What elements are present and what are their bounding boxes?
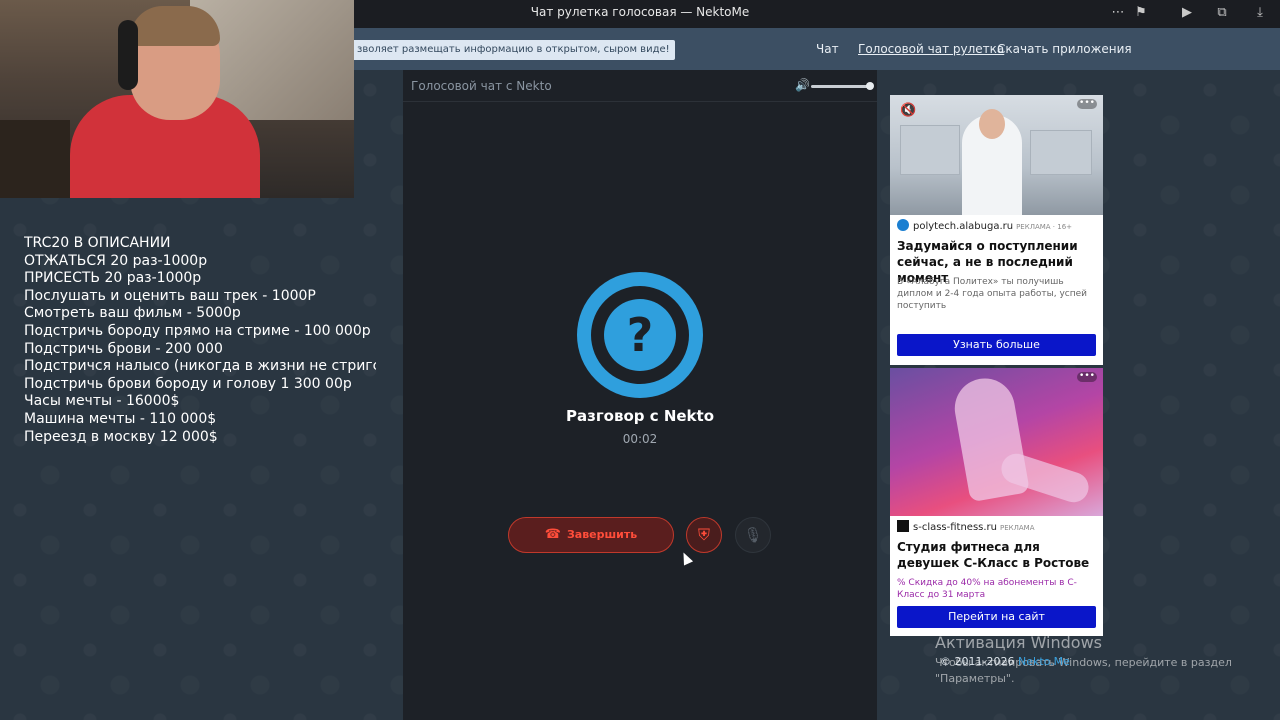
s-class-logo-icon xyxy=(897,520,909,532)
overlay-line: Часы мечты - 16000$ xyxy=(24,393,180,410)
mute-icon[interactable]: 🔇 xyxy=(900,103,916,118)
overlay-line: ПРИСЕСТЬ 20 раз-1000р xyxy=(24,270,202,287)
microphone-icon: 🎙 xyxy=(743,526,763,544)
microphone-button[interactable]: 🎙 xyxy=(735,517,771,553)
overlay-line: Подстричь брови бороду и голову 1 300 00… xyxy=(24,375,352,392)
webcam-feed xyxy=(0,0,354,198)
nav-download-apps[interactable]: Скачать приложения xyxy=(997,42,1132,56)
overlay-line: Переезд в москву 12 000$ xyxy=(24,428,218,445)
overlay-line: Подстричь бороду прямо на стриме - 100 0… xyxy=(24,322,371,339)
shield-icon: ⛨ xyxy=(697,525,710,544)
question-mark-icon: ? xyxy=(604,299,676,371)
call-timer: 00:02 xyxy=(622,432,658,446)
volume-icon[interactable]: 🔊 xyxy=(795,78,810,92)
overlay-line: Послушать и оценить ваш трек - 1000Р xyxy=(24,287,316,304)
stream-overlay-text: TRC20 В ОПИСАНИИ ОТЖАТЬСЯ 20 раз-1000р П… xyxy=(24,235,376,446)
download-icon[interactable]: ⤓ xyxy=(1251,4,1269,22)
hangup-phone-icon: ☎ xyxy=(544,527,561,542)
ad-image[interactable] xyxy=(890,368,1103,516)
end-call-button[interactable]: ☎ Завершить xyxy=(508,517,674,553)
overlay-line: Смотреть ваш фильм - 5000р xyxy=(24,305,241,322)
copyright: © 2011-2026 Nekto.Me xyxy=(940,655,1070,668)
percent-icon: % xyxy=(897,578,909,588)
ad-domain[interactable]: polytech.alabuga.ru РЕКЛАМА · 16+ xyxy=(897,219,1072,232)
ad-description: В «Алабуга Политех» ты получишь диплом и… xyxy=(897,277,1087,311)
ad-menu-icon[interactable]: ••• xyxy=(1077,99,1097,109)
info-notice: зволяет размещать информацию в открытом,… xyxy=(352,40,675,60)
ad-card-polytech[interactable]: 🔇 ••• polytech.alabuga.ru РЕКЛАМА · 16+ З… xyxy=(890,95,1103,365)
overlay-line: TRC20 В ОПИСАНИИ xyxy=(24,235,171,251)
overlay-line: ОТЖАТЬСЯ 20 раз-1000р xyxy=(24,252,208,269)
overlay-line: Подстричь брови - 200 000 xyxy=(24,340,223,357)
polytech-logo-icon xyxy=(897,219,909,231)
ad-domain[interactable]: s-class-fitness.ru РЕКЛАМА xyxy=(897,520,1035,533)
overlay-line: Машина мечты - 110 000$ xyxy=(24,410,217,427)
volume-slider[interactable] xyxy=(811,82,874,90)
windows-activation-title: Активация Windows xyxy=(935,633,1102,652)
extensions-icon[interactable]: ⧉ xyxy=(1213,4,1231,22)
ad-menu-icon[interactable]: ••• xyxy=(1077,372,1097,382)
play-icon[interactable]: ▶ xyxy=(1178,4,1196,22)
unknown-user-avatar: ? xyxy=(577,272,703,398)
nav-voice-chat[interactable]: Голосовой чат рулетка xyxy=(858,42,1004,56)
call-partner-name: Разговор с Nekto xyxy=(565,407,715,425)
brand-link[interactable]: Nekto.Me xyxy=(1018,655,1070,668)
mouse-cursor xyxy=(678,550,694,566)
more-icon[interactable]: ⋯ xyxy=(1109,4,1127,22)
headphones xyxy=(118,20,138,90)
ad-cta-button[interactable]: Перейти на сайт xyxy=(897,606,1096,628)
report-shield-button[interactable]: ⛨ xyxy=(686,517,722,553)
ad-headline[interactable]: Студия фитнеса для девушек С-Класс в Рос… xyxy=(897,539,1097,571)
overlay-line: Подстричся налысо (никогда в жизни не ст… xyxy=(24,358,376,375)
nav-chat[interactable]: Чат xyxy=(816,42,839,56)
ad-cta-button[interactable]: Узнать больше xyxy=(897,334,1096,356)
voice-call-panel: Голосовой чат с Nekto 🔊 ? Разговор с Nek… xyxy=(403,70,877,720)
call-header-title: Голосовой чат с Nekto xyxy=(411,79,552,93)
bookmark-icon[interactable]: ⚑ xyxy=(1132,4,1150,22)
end-call-label: Завершить xyxy=(566,528,638,541)
ad-promo: % Скидка до 40% на абонементы в С-Класс … xyxy=(897,578,1077,600)
ad-card-fitness[interactable]: ••• s-class-fitness.ru РЕКЛАМА Студия фит… xyxy=(890,368,1103,636)
call-header: Голосовой чат с Nekto 🔊 xyxy=(403,70,877,102)
ad-video-thumbnail[interactable]: 🔇 xyxy=(890,95,1103,215)
